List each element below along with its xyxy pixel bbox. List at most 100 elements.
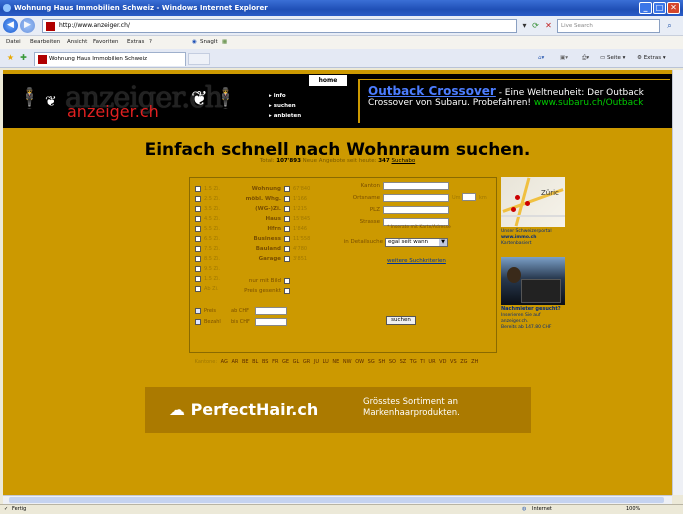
minimize-button[interactable]: _ — [639, 2, 652, 14]
stop-icon[interactable]: ✕ — [543, 20, 554, 31]
room-checkbox[interactable] — [195, 246, 201, 252]
map-image[interactable]: Züric — [501, 177, 565, 227]
extra-option-checkbox[interactable] — [284, 288, 290, 294]
forward-button[interactable]: ▶ — [20, 18, 35, 33]
canton-link[interactable]: SO — [389, 359, 396, 365]
menu-favoriten[interactable]: Favoriten — [93, 36, 118, 49]
category-checkbox[interactable] — [284, 186, 290, 192]
room-checkbox[interactable] — [195, 236, 201, 242]
menu-ansicht[interactable]: Ansicht — [67, 36, 87, 49]
canton-link[interactable]: BE — [242, 359, 249, 365]
category-checkbox[interactable] — [284, 256, 290, 262]
room-checkbox[interactable] — [195, 256, 201, 262]
print-icon[interactable]: ⎙▾ — [582, 53, 589, 64]
canton-link[interactable]: GR — [303, 359, 310, 365]
perfecthair-banner[interactable]: ☁ PerfectHair.ch Grösstes Sortiment an M… — [145, 387, 531, 433]
canton-link[interactable]: TI — [420, 359, 425, 365]
canton-link[interactable]: LU — [323, 359, 329, 365]
snagit-button[interactable]: SnagIt — [200, 36, 218, 49]
category-checkbox[interactable] — [284, 236, 290, 242]
home-icon[interactable]: ⌂▾ — [538, 53, 544, 64]
back-button[interactable]: ◀ — [3, 18, 18, 33]
canton-link[interactable]: FR — [272, 359, 278, 365]
canton-link[interactable]: AR — [231, 359, 238, 365]
price-radio[interactable] — [195, 319, 201, 325]
nachmieter-image[interactable] — [501, 257, 565, 305]
room-checkbox[interactable] — [195, 266, 201, 272]
canton-link[interactable]: AG — [221, 359, 228, 365]
map-promo-text-2[interactable]: www.immo.ch — [501, 235, 537, 241]
canton-link[interactable]: SG — [368, 359, 375, 365]
snagit-capture-icon[interactable]: ▦ — [222, 36, 227, 49]
price-input[interactable] — [255, 307, 287, 315]
nav-info[interactable]: ▸ info — [269, 93, 286, 99]
search-button[interactable]: suchen — [386, 316, 416, 325]
room-checkbox[interactable] — [195, 186, 201, 192]
room-checkbox[interactable] — [195, 196, 201, 202]
kanton-input[interactable] — [383, 182, 449, 190]
canton-link[interactable]: GE — [282, 359, 289, 365]
add-favorites-icon[interactable]: ✚ — [18, 52, 29, 63]
address-input[interactable]: http://www.anzeiger.ch/ — [42, 19, 517, 33]
extra-option-checkbox[interactable] — [284, 278, 290, 284]
canton-link[interactable]: NE — [332, 359, 339, 365]
menu-bearbeiten[interactable]: Bearbeiten — [30, 36, 60, 49]
horizontal-scroll-thumb[interactable] — [9, 497, 664, 503]
canton-link[interactable]: JU — [314, 359, 319, 365]
menu-extras[interactable]: Extras — [127, 36, 144, 49]
date-select[interactable]: egal seit wann ▼ — [385, 238, 448, 247]
canton-link[interactable]: UR — [428, 359, 435, 365]
maximize-button[interactable]: □ — [653, 2, 666, 14]
room-checkbox[interactable] — [195, 206, 201, 212]
room-checkbox[interactable] — [195, 216, 201, 222]
price-input[interactable] — [255, 318, 287, 326]
price-radio[interactable] — [195, 308, 201, 314]
snagit-icon[interactable]: ◉ — [192, 36, 197, 49]
page-menu-button[interactable]: ▭ Seite ▾ — [600, 53, 625, 64]
umkreis-input[interactable] — [462, 193, 476, 201]
nachmieter-title[interactable]: Nachmieter gesucht? — [501, 306, 561, 313]
search-icon[interactable]: ⌕ — [664, 20, 675, 31]
nav-suchen[interactable]: ▸ suchen — [269, 103, 296, 109]
canton-link[interactable]: SZ — [400, 359, 407, 365]
canton-link[interactable]: BS — [262, 359, 269, 365]
canton-link[interactable]: VD — [439, 359, 446, 365]
category-checkbox[interactable] — [284, 206, 290, 212]
map-promo-text-1[interactable]: Unser Schweizerportal — [501, 229, 552, 235]
canton-link[interactable]: VS — [450, 359, 457, 365]
category-checkbox[interactable] — [284, 196, 290, 202]
feeds-icon[interactable]: ▣▾ — [560, 53, 568, 64]
dropdown-icon[interactable]: ▾ — [519, 20, 530, 31]
room-checkbox[interactable] — [195, 276, 201, 282]
menu-help[interactable]: ? — [149, 36, 152, 49]
horizontal-scrollbar[interactable] — [3, 495, 672, 504]
canton-link[interactable]: NW — [343, 359, 352, 365]
room-checkbox[interactable] — [195, 226, 201, 232]
logo-text-red[interactable]: anzeiger.ch — [67, 102, 159, 121]
nav-anbieten[interactable]: ▸ anbieten — [269, 113, 301, 119]
browser-tab[interactable]: Wohnung Haus Immobilien Schweiz — [34, 52, 186, 66]
ad-box[interactable]: Outback Crossover - Eine Weltneuheit: De… — [358, 79, 670, 123]
extras-menu-button[interactable]: ⚙ Extras ▾ — [637, 53, 666, 64]
category-checkbox[interactable] — [284, 216, 290, 222]
canton-link[interactable]: ZG — [460, 359, 467, 365]
ortsname-input[interactable] — [383, 194, 449, 202]
vertical-scrollbar[interactable] — [672, 70, 683, 495]
suchabo-link[interactable]: Suchabo — [391, 158, 415, 164]
category-checkbox[interactable] — [284, 246, 290, 252]
canton-link[interactable]: ZH — [471, 359, 478, 365]
more-criteria-link[interactable]: weitere Suchkriterien — [387, 258, 446, 264]
ad-title[interactable]: Outback Crossover — [368, 84, 496, 98]
favorites-star-icon[interactable]: ★ — [5, 52, 16, 63]
room-checkbox[interactable] — [195, 286, 201, 292]
ad-url[interactable]: www.subaru.ch/Outback — [534, 98, 643, 108]
close-button[interactable]: ✕ — [667, 2, 680, 14]
canton-link[interactable]: OW — [355, 359, 364, 365]
canton-link[interactable]: SH — [378, 359, 385, 365]
menu-datei[interactable]: Datei — [6, 36, 21, 49]
category-checkbox[interactable] — [284, 226, 290, 232]
refresh-icon[interactable]: ⟳ — [530, 20, 541, 31]
plz-input[interactable] — [383, 206, 449, 214]
nav-home[interactable]: home — [309, 75, 347, 86]
new-tab-button[interactable] — [188, 53, 210, 65]
